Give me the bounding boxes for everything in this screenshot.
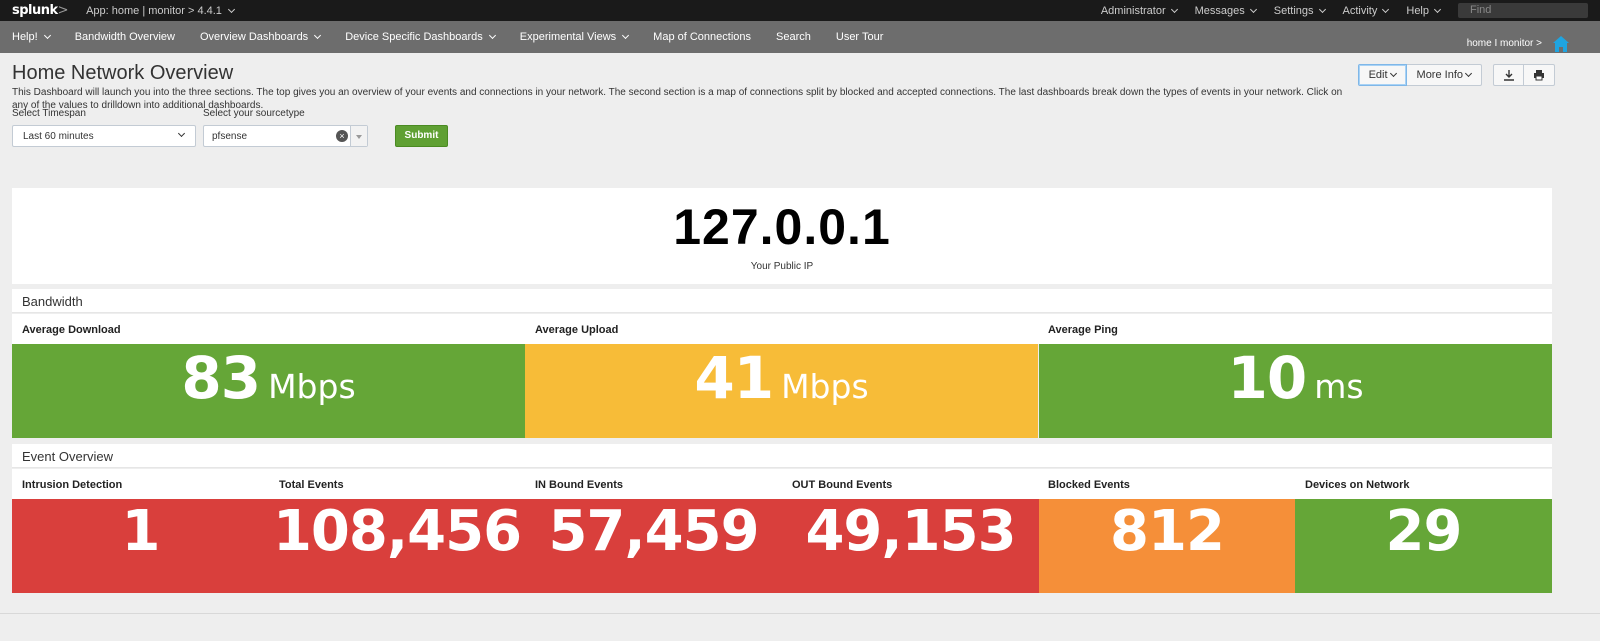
- nav-device-specific-dashboards[interactable]: Device Specific Dashboards: [345, 31, 496, 43]
- page-title: Home Network Overview: [12, 62, 234, 84]
- print-icon: [1534, 70, 1544, 81]
- blocked-events-tile[interactable]: 812: [1039, 499, 1295, 593]
- bandwidth-labels: Average Download Average Upload Average …: [12, 314, 1552, 344]
- avg-ping-label: Average Ping: [1048, 324, 1118, 336]
- outbound-events-label: OUT Bound Events: [792, 479, 893, 491]
- app-nav-bar: Help! Bandwidth Overview Overview Dashbo…: [0, 21, 1600, 53]
- clear-icon[interactable]: ×: [336, 130, 348, 142]
- avg-ping-unit: ms: [1314, 367, 1364, 406]
- bandwidth-section-title: Bandwidth: [12, 289, 1552, 313]
- public-ip-value[interactable]: 127.0.0.1: [12, 198, 1552, 256]
- dashboard-header: Home Network Overview This Dashboard wil…: [0, 53, 1600, 185]
- event-overview-section-title: Event Overview: [12, 444, 1552, 468]
- outbound-events-tile[interactable]: 49,153: [782, 499, 1039, 593]
- print-button[interactable]: [1524, 64, 1555, 86]
- sourcetype-value: pfsense: [212, 131, 248, 142]
- devices-on-network-label: Devices on Network: [1305, 479, 1410, 491]
- menu-activity[interactable]: Activity: [1343, 5, 1390, 17]
- home-icon[interactable]: [1552, 35, 1570, 53]
- submit-button[interactable]: Submit: [395, 125, 448, 147]
- chevron-down-icon: [622, 31, 630, 40]
- inbound-events-value: 57,459: [548, 499, 759, 564]
- chevron-down-icon: [227, 5, 235, 13]
- timespan-value: Last 60 minutes: [23, 131, 94, 142]
- nav-map-of-connections[interactable]: Map of Connections: [653, 31, 751, 43]
- sourcetype-multiselect[interactable]: pfsense ×: [203, 125, 368, 147]
- export-button[interactable]: [1493, 64, 1524, 86]
- inbound-events-tile[interactable]: 57,459: [525, 499, 782, 593]
- menu-administrator[interactable]: Administrator: [1101, 5, 1178, 17]
- nav-user-tour[interactable]: User Tour: [836, 31, 883, 43]
- avg-ping-tile[interactable]: 10 ms: [1039, 344, 1552, 438]
- intrusion-detection-label: Intrusion Detection: [22, 479, 123, 491]
- public-ip-label: Your Public IP: [750, 261, 814, 272]
- chevron-down-icon: [1249, 5, 1257, 13]
- devices-on-network-value: 29: [1385, 499, 1463, 564]
- edit-button[interactable]: Edit: [1357, 64, 1407, 86]
- timespan-label: Select Timespan: [12, 108, 86, 119]
- blocked-events-value: 812: [1110, 499, 1225, 564]
- nav-bandwidth-overview[interactable]: Bandwidth Overview: [75, 31, 175, 43]
- inbound-events-label: IN Bound Events: [535, 479, 624, 491]
- nav-experimental-views[interactable]: Experimental Views: [520, 31, 630, 43]
- timespan-select[interactable]: Last 60 minutes: [12, 125, 196, 147]
- total-events-value: 108,456: [272, 499, 522, 564]
- devices-on-network-tile[interactable]: 29: [1295, 499, 1552, 593]
- avg-ping-value: 10: [1227, 344, 1307, 412]
- event-labels: Intrusion Detection Total Events IN Boun…: [12, 469, 1552, 499]
- outbound-events-value: 49,153: [805, 499, 1016, 564]
- total-events-tile[interactable]: 108,456: [269, 499, 525, 593]
- sourcetype-label: Select your sourcetype: [203, 108, 305, 119]
- chevron-down-icon: [1389, 69, 1397, 78]
- more-info-button[interactable]: More Info: [1406, 64, 1482, 86]
- app-breadcrumb[interactable]: home I monitor >: [1467, 38, 1542, 49]
- nav-overview-dashboards[interactable]: Overview Dashboards: [200, 31, 322, 43]
- nav-search[interactable]: Search: [776, 31, 811, 43]
- avg-download-tile[interactable]: 83 Mbps: [12, 344, 525, 438]
- chevron-down-icon: [1170, 5, 1178, 13]
- avg-download-unit: Mbps: [268, 367, 356, 406]
- app-label: App: home | monitor > 4.4.1: [86, 4, 222, 17]
- menu-help[interactable]: Help: [1406, 5, 1442, 17]
- menu-messages[interactable]: Messages: [1195, 5, 1257, 17]
- menu-settings[interactable]: Settings: [1274, 5, 1326, 17]
- avg-upload-label: Average Upload: [535, 324, 619, 336]
- splunk-logo[interactable]: splunk>: [12, 3, 69, 18]
- intrusion-detection-value: 1: [121, 499, 161, 564]
- header-actions: Edit More Info: [1357, 64, 1555, 86]
- chevron-down-icon: [1318, 5, 1326, 13]
- total-events-label: Total Events: [279, 479, 344, 491]
- nav-help[interactable]: Help!: [12, 31, 51, 43]
- chevron-down-icon: [488, 31, 496, 40]
- dropdown-arrow-icon[interactable]: [350, 126, 367, 146]
- avg-download-label: Average Download: [22, 324, 121, 336]
- public-ip-panel: 127.0.0.1 Your Public IP: [12, 188, 1552, 284]
- app-selector[interactable]: App: home | monitor > 4.4.1: [86, 4, 235, 17]
- blocked-events-label: Blocked Events: [1048, 479, 1130, 491]
- intrusion-detection-tile[interactable]: 1: [12, 499, 269, 593]
- chevron-down-icon: [1382, 5, 1390, 13]
- avg-download-value: 83: [181, 344, 261, 412]
- footer-divider: [0, 613, 1600, 614]
- find-input[interactable]: Find: [1458, 3, 1588, 18]
- download-icon: [1503, 70, 1514, 81]
- avg-upload-unit: Mbps: [781, 367, 869, 406]
- avg-upload-value: 41: [694, 344, 774, 412]
- chevron-down-icon: [177, 129, 186, 138]
- avg-upload-tile[interactable]: 41 Mbps: [525, 344, 1038, 438]
- top-bar: splunk> App: home | monitor > 4.4.1 Admi…: [0, 0, 1600, 21]
- chevron-down-icon: [1433, 5, 1442, 13]
- chevron-down-icon: [314, 31, 322, 40]
- chevron-down-icon: [43, 31, 51, 40]
- chevron-down-icon: [1464, 69, 1473, 78]
